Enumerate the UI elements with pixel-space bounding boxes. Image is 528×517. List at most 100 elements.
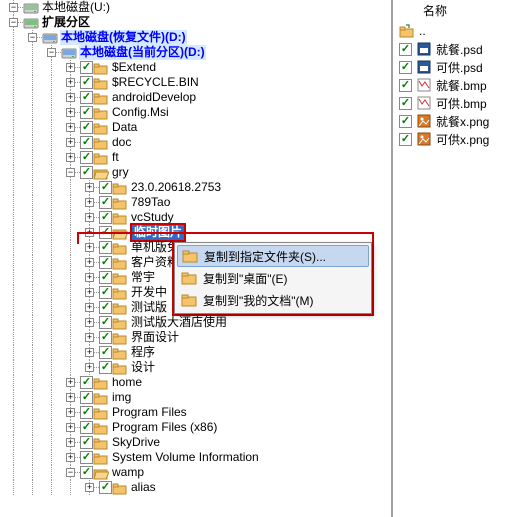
tree-node[interactable]: +Program Files — [4, 405, 391, 420]
checkbox[interactable] — [99, 256, 112, 269]
tree-node[interactable]: +androidDevelop — [4, 90, 391, 105]
checkbox[interactable] — [80, 391, 93, 404]
collapse-toggle[interactable]: − — [47, 48, 56, 57]
column-header[interactable]: 名称 — [393, 0, 528, 20]
collapse-toggle[interactable]: − — [9, 18, 18, 27]
tree-node[interactable]: +设计 — [4, 360, 391, 375]
expand-toggle[interactable]: + — [85, 213, 94, 222]
expand-toggle[interactable]: + — [66, 93, 75, 102]
tree-node[interactable]: −wamp — [4, 465, 391, 480]
file-row[interactable]: 可供.psd — [393, 58, 528, 76]
tree-node[interactable]: −gry — [4, 165, 391, 180]
tree-node[interactable]: +img — [4, 390, 391, 405]
checkbox[interactable] — [399, 79, 412, 92]
collapse-toggle[interactable]: − — [28, 33, 37, 42]
checkbox[interactable] — [399, 43, 412, 56]
file-row[interactable]: 可供x.png — [393, 130, 528, 148]
expand-toggle[interactable]: + — [66, 138, 75, 147]
tree-node[interactable]: +临时图片 — [4, 225, 391, 240]
checkbox[interactable] — [80, 451, 93, 464]
tree-node-recover[interactable]: −本地磁盘(恢复文件)(D:) — [4, 30, 391, 45]
expand-toggle[interactable]: + — [66, 408, 75, 417]
checkbox[interactable] — [80, 61, 93, 74]
expand-toggle[interactable]: + — [85, 303, 94, 312]
checkbox[interactable] — [399, 97, 412, 110]
expand-toggle[interactable]: + — [85, 228, 94, 237]
expand-toggle[interactable]: + — [66, 153, 75, 162]
tree-node[interactable]: +doc — [4, 135, 391, 150]
collapse-toggle[interactable]: − — [66, 168, 75, 177]
expand-toggle[interactable]: + — [66, 123, 75, 132]
checkbox[interactable] — [99, 241, 112, 254]
expand-toggle[interactable]: + — [85, 258, 94, 267]
tree-node[interactable]: +测试版大酒店使用 — [4, 315, 391, 330]
tree-node-ext[interactable]: −扩展分区 — [4, 15, 391, 30]
checkbox[interactable] — [99, 211, 112, 224]
file-row[interactable]: 就餐.psd — [393, 40, 528, 58]
tree-node[interactable]: +home — [4, 375, 391, 390]
checkbox[interactable] — [99, 331, 112, 344]
expand-toggle[interactable]: + — [66, 393, 75, 402]
tree-node[interactable]: +SkyDrive — [4, 435, 391, 450]
tree-node[interactable]: +Program Files (x86) — [4, 420, 391, 435]
expand-toggle[interactable]: + — [85, 288, 94, 297]
expand-toggle[interactable]: + — [66, 78, 75, 87]
ctx-copy-to-desktop[interactable]: 复制到"桌面"(E) — [177, 267, 369, 289]
expand-toggle[interactable]: + — [66, 453, 75, 462]
checkbox[interactable] — [80, 106, 93, 119]
tree-node[interactable]: +ft — [4, 150, 391, 165]
checkbox[interactable] — [399, 61, 412, 74]
file-row[interactable]: 就餐.bmp — [393, 76, 528, 94]
checkbox[interactable] — [99, 286, 112, 299]
checkbox[interactable] — [399, 115, 412, 128]
checkbox[interactable] — [80, 166, 93, 179]
checkbox[interactable] — [80, 91, 93, 104]
expand-toggle[interactable]: + — [66, 63, 75, 72]
ctx-copy-to-docs[interactable]: 复制到"我的文档"(M) — [177, 289, 369, 311]
expand-toggle[interactable]: + — [66, 438, 75, 447]
checkbox[interactable] — [99, 346, 112, 359]
checkbox[interactable] — [80, 376, 93, 389]
expand-toggle[interactable]: + — [85, 363, 94, 372]
tree-node-current[interactable]: −本地磁盘(当前分区)(D:) — [4, 45, 391, 60]
checkbox[interactable] — [99, 301, 112, 314]
tree-node[interactable]: +23.0.20618.2753 — [4, 180, 391, 195]
checkbox[interactable] — [80, 76, 93, 89]
checkbox[interactable] — [99, 361, 112, 374]
checkbox[interactable] — [99, 181, 112, 194]
tree-node-root[interactable]: −本地磁盘(U:) — [4, 0, 391, 15]
expand-toggle[interactable]: + — [85, 483, 94, 492]
checkbox[interactable] — [99, 481, 112, 494]
expand-toggle[interactable]: + — [85, 198, 94, 207]
checkbox[interactable] — [99, 196, 112, 209]
up-folder[interactable]: .. — [393, 22, 528, 40]
checkbox[interactable] — [99, 316, 112, 329]
checkbox[interactable] — [99, 226, 112, 239]
collapse-toggle[interactable]: − — [66, 468, 75, 477]
tree-node[interactable]: +789Tao — [4, 195, 391, 210]
checkbox[interactable] — [99, 271, 112, 284]
checkbox[interactable] — [399, 133, 412, 146]
tree-node[interactable]: +$Extend — [4, 60, 391, 75]
expand-toggle[interactable]: + — [66, 423, 75, 432]
tree-node[interactable]: +Config.Msi — [4, 105, 391, 120]
checkbox[interactable] — [80, 136, 93, 149]
tree-node[interactable]: +Data — [4, 120, 391, 135]
tree-node[interactable]: +$RECYCLE.BIN — [4, 75, 391, 90]
checkbox[interactable] — [80, 406, 93, 419]
collapse-toggle[interactable]: − — [9, 3, 18, 12]
expand-toggle[interactable]: + — [66, 378, 75, 387]
ctx-copy-to-folder[interactable]: 复制到指定文件夹(S)... — [177, 245, 369, 267]
file-row[interactable]: 可供.bmp — [393, 94, 528, 112]
expand-toggle[interactable]: + — [85, 183, 94, 192]
checkbox[interactable] — [80, 421, 93, 434]
tree-node[interactable]: +vcStudy — [4, 210, 391, 225]
expand-toggle[interactable]: + — [85, 348, 94, 357]
expand-toggle[interactable]: + — [85, 318, 94, 327]
expand-toggle[interactable]: + — [85, 273, 94, 282]
tree-node[interactable]: +程序 — [4, 345, 391, 360]
expand-toggle[interactable]: + — [66, 108, 75, 117]
expand-toggle[interactable]: + — [85, 333, 94, 342]
checkbox[interactable] — [80, 121, 93, 134]
file-row[interactable]: 就餐x.png — [393, 112, 528, 130]
